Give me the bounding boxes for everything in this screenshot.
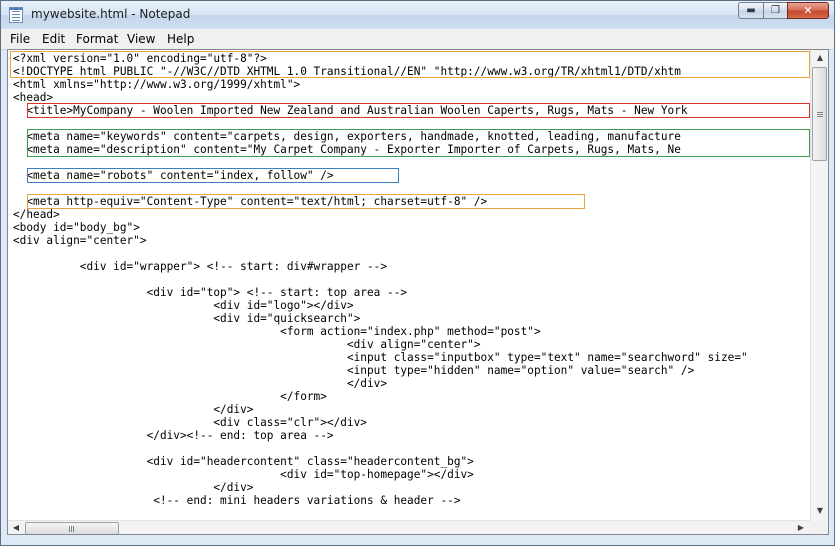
code-line: <meta name="robots" content="index, foll…	[13, 169, 334, 182]
scroll-up-icon[interactable]: ▲	[812, 50, 828, 66]
code-line: <div align="center">	[13, 338, 481, 351]
code-line: <?xml version="1.0" encoding="utf-8"?>	[13, 52, 267, 65]
code-area[interactable]: <?xml version="1.0" encoding="utf-8"?> <…	[8, 50, 810, 520]
window-title: mywebsite.html - Notepad	[31, 7, 191, 21]
code-line: <div id="wrapper"> <!-- start: div#wrapp…	[13, 260, 388, 273]
maximize-button[interactable]: ❐	[763, 2, 788, 19]
code-line: </head>	[13, 208, 60, 221]
code-line: <html xmlns="http://www.w3.org/1999/xhtm…	[13, 78, 301, 91]
minimize-button[interactable]: ▬	[738, 2, 764, 19]
code-line: <input type="hidden" name="option" value…	[13, 364, 695, 377]
code-line: </div><!-- end: top area -->	[13, 429, 334, 442]
scroll-down-icon[interactable]: ▼	[812, 503, 828, 519]
code-line: <meta http-equiv="Content-Type" content=…	[13, 195, 488, 208]
code-line: </div>	[13, 377, 388, 390]
code-line: <div id="logo"></div>	[13, 299, 354, 312]
scrollbar-corner	[810, 520, 828, 534]
close-button[interactable]: ✕	[787, 2, 829, 19]
code-line: <div align="center">	[13, 234, 147, 247]
vertical-scrollbar[interactable]: ▲ ▼	[810, 50, 828, 520]
code-line: <form action="index.php" method="post">	[13, 325, 541, 338]
code-line: <div id="top-homepage"></div>	[13, 468, 474, 481]
code-line: <body id="body_bg">	[13, 221, 140, 234]
code-line: <title>MyCompany - Woolen Imported New Z…	[13, 104, 688, 117]
horizontal-scrollbar[interactable]: ◀ ▶	[8, 520, 810, 534]
menu-bar: File Edit Format View Help	[1, 29, 834, 50]
code-line: <!-- end: mini headers variations & head…	[13, 494, 461, 507]
code-line: </form>	[13, 390, 327, 403]
scroll-right-icon[interactable]: ▶	[793, 520, 809, 534]
notepad-window: mywebsite.html - Notepad ▬ ❐ ✕ File Edit…	[0, 0, 835, 546]
menu-help[interactable]: Help	[167, 32, 194, 46]
notepad-icon[interactable]	[9, 7, 23, 23]
vertical-scroll-thumb[interactable]	[812, 67, 827, 161]
menu-view[interactable]: View	[127, 32, 155, 46]
horizontal-scroll-thumb[interactable]	[25, 522, 119, 534]
code-line: <div class="clr"></div>	[13, 416, 367, 429]
text-editor[interactable]: <?xml version="1.0" encoding="utf-8"?> <…	[7, 49, 829, 535]
menu-file[interactable]: File	[10, 32, 30, 46]
code-line: <!DOCTYPE html PUBLIC "-//W3C//DTD XHTML…	[13, 65, 681, 78]
code-line: <meta name="description" content="My Car…	[13, 143, 681, 156]
code-line: <input class="inputbox" type="text" name…	[13, 351, 748, 364]
menu-format[interactable]: Format	[76, 32, 118, 46]
code-line: <meta name="keywords" content="carpets, …	[13, 130, 681, 143]
code-line: </div>	[13, 403, 254, 416]
code-line: <div id="headercontent" class="headercon…	[13, 455, 474, 468]
code-line: </div>	[13, 481, 254, 494]
code-line: <div id="quicksearch">	[13, 312, 361, 325]
code-line: <head>	[13, 91, 54, 104]
code-line: <div id="top"> <!-- start: top area -->	[13, 286, 408, 299]
scroll-left-icon[interactable]: ◀	[8, 520, 24, 534]
menu-edit[interactable]: Edit	[42, 32, 65, 46]
title-bar[interactable]: mywebsite.html - Notepad ▬ ❐ ✕	[1, 1, 834, 29]
